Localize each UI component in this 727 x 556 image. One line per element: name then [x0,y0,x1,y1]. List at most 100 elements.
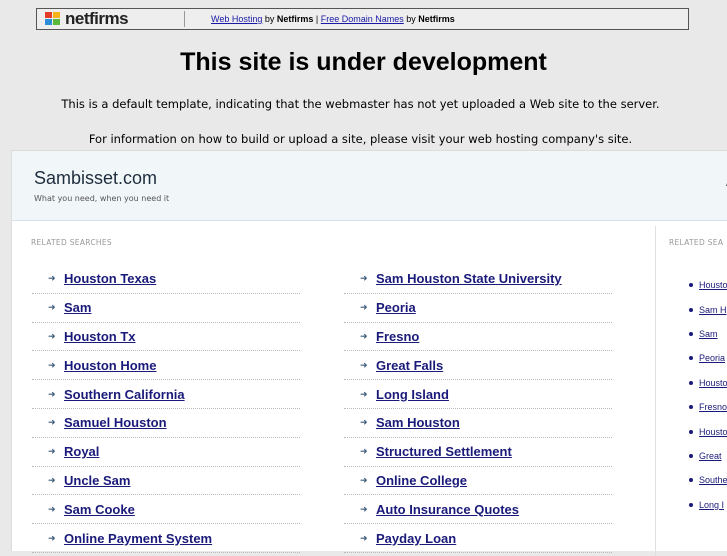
related-search-link[interactable]: Online College [376,473,467,488]
related-search-link[interactable]: Sam Houston [376,415,460,430]
arrow-right-icon: ➜ [360,417,368,428]
arrow-right-icon: ➜ [360,474,368,485]
list-item: Great [689,444,727,468]
arrow-right-icon: ➜ [360,302,368,313]
separator: | [313,14,321,24]
list-item: ➜ Peoria [344,294,612,323]
related-searches-label: RELATED SEARCHES [31,238,112,247]
arrow-right-icon: ➜ [360,330,368,341]
arrow-right-icon: ➜ [48,446,56,457]
list-item: ➜ Sam [32,294,300,323]
related-search-link[interactable]: Royal [64,444,99,459]
side-search-link[interactable]: Peoria [699,353,725,363]
list-item: Housto [689,273,727,297]
list-item: Housto [689,419,727,443]
bullet-icon [689,307,693,312]
netfirms-links: Web Hosting by Netfirms | Free Domain Na… [211,14,455,24]
list-item: ➜ Fresno [344,323,612,352]
arrow-right-icon: ➜ [48,388,56,399]
list-item: ➜ Sam Houston [344,409,612,438]
bullet-icon [689,331,693,336]
related-search-link[interactable]: Sam Cooke [64,502,135,517]
related-search-link[interactable]: Southern California [64,387,185,402]
related-search-link[interactable]: Sam [64,300,91,315]
list-item: ➜ Payday Loan [344,524,612,553]
side-search-link[interactable]: Housto [699,378,727,388]
column-divider [655,226,656,556]
list-item: ➜ Royal [32,438,300,467]
list-item: ➜ Online College [344,467,612,496]
related-search-link[interactable]: Fresno [376,329,419,344]
by-text-2: by [403,14,419,24]
side-search-link[interactable]: Sam H [699,305,727,315]
netfirms-bar: netfirms Web Hosting by Netfirms | Free … [36,8,689,30]
arrow-right-icon: ➜ [48,532,56,543]
arrow-right-icon: ➜ [360,446,368,457]
intro-line-1: This is a default template, indicating t… [61,97,660,111]
arrow-right-icon: ➜ [48,503,56,514]
related-searches-label-right: RELATED SEA [669,238,724,247]
free-domain-names-link[interactable]: Free Domain Names [321,14,404,24]
list-item: Sam H [689,297,727,321]
netfirms-logo-text: netfirms [65,9,129,28]
list-item: Housto [689,371,727,395]
list-item: ➜ Houston Home [32,351,300,381]
arrow-right-icon: ➜ [48,417,56,428]
related-search-link[interactable]: Sam Houston State University [376,271,562,286]
web-hosting-link[interactable]: Web Hosting [211,14,262,24]
related-search-link[interactable]: Houston Tx [64,329,136,344]
list-item: Sam [689,322,727,346]
related-search-link[interactable]: Samuel Houston [64,415,167,430]
bullet-icon [689,429,693,434]
netfirms-brand-1: Netfirms [276,14,314,24]
related-search-link[interactable]: Houston Texas [64,271,156,286]
list-item: ➜ Auto Insurance Quotes [344,495,612,525]
related-search-link[interactable]: Online Payment System [64,531,212,546]
site-tagline: What you need, when you need it [34,194,170,203]
side-search-link[interactable]: Housto [699,280,727,290]
site-header: Sambisset.com What you need, when you ne… [12,151,727,221]
arrow-right-icon: ➜ [48,359,56,370]
related-search-link[interactable]: Houston Home [64,358,156,373]
site-name[interactable]: Sambisset.com [34,168,157,189]
related-search-link[interactable]: Auto Insurance Quotes [376,502,519,517]
list-item: ➜ Samuel Houston [32,409,300,438]
list-item: ➜ Great Falls [344,351,612,381]
bullet-icon [689,405,693,410]
list-item: ➜ Uncle Sam [32,467,300,496]
bullet-icon [689,478,693,483]
netfirms-logo[interactable]: netfirms [37,9,185,28]
related-search-link[interactable]: Peoria [376,300,416,315]
parked-domain-frame: Sambisset.com What you need, when you ne… [11,150,727,556]
arrow-right-icon: ➜ [360,359,368,370]
side-search-link[interactable]: Housto [699,427,727,437]
list-item: ➜ Online Payment System [32,524,300,553]
side-search-link[interactable]: Long I [699,500,724,510]
arrow-right-icon: ➜ [360,532,368,543]
netfirms-logo-icon [45,12,63,26]
list-item: ➜ Houston Tx [32,323,300,352]
list-item: ➜ Long Island [344,380,612,409]
side-search-link[interactable]: Great [699,451,722,461]
related-search-link[interactable]: Payday Loan [376,531,456,546]
side-search-link[interactable]: Sam [699,329,718,339]
related-search-link[interactable]: Uncle Sam [64,473,130,488]
side-search-link[interactable]: Southe [699,475,727,485]
intro-line-2: For information on how to build or uploa… [88,132,633,146]
related-search-link[interactable]: Structured Settlement [376,444,512,459]
netfirms-brand-2: Netfirms [418,14,455,24]
arrow-right-icon: ➜ [48,302,56,313]
arrow-right-icon: ➜ [360,388,368,399]
list-item: Southe [689,468,727,492]
by-text-1: by [262,14,277,24]
list-item: ➜ Houston Texas [32,265,300,294]
related-search-link[interactable]: Long Island [376,387,449,402]
bullet-icon [689,502,693,507]
side-search-link[interactable]: Fresno [699,402,727,412]
related-search-link[interactable]: Great Falls [376,358,443,373]
arrow-right-icon: ➜ [360,273,368,284]
bullet-icon [689,453,693,458]
related-searches-side-column: Housto Sam H Sam Peoria Housto Fresno Housto Gr… [689,273,727,517]
related-searches-left-column: ➜ Houston Texas ➜ Sam ➜ Houston Tx ➜ Houston Ho… [32,265,300,553]
list-item: ➜ Sam Cooke [32,495,300,525]
